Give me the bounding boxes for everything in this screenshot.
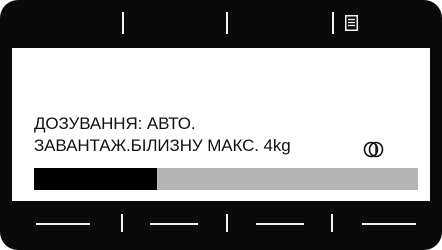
max-load-text: ЗАВАНТАЖ.БІЛИЗНУ МАКС. 4kg <box>34 136 291 155</box>
progress-bar <box>34 168 418 190</box>
lcd-screen: ДОЗУВАННЯ: АВТО. ЗАВАНТАЖ.БІЛИЗНУ МАКС. … <box>12 48 430 201</box>
bottom-softkey-divider <box>226 214 228 232</box>
top-softkey-divider <box>226 12 228 34</box>
softkey-2[interactable] <box>150 223 198 225</box>
dosing-status-text: ДОЗУВАННЯ: АВТО. <box>34 114 196 133</box>
bottom-softkey-divider <box>331 214 333 232</box>
drum-icon <box>363 141 384 158</box>
top-softkey-divider <box>332 12 334 34</box>
top-softkey-divider <box>122 12 124 34</box>
softkey-1[interactable] <box>36 223 90 225</box>
softkey-4[interactable] <box>362 223 416 225</box>
menu-list-icon[interactable] <box>345 15 358 31</box>
progress-fill <box>34 168 157 190</box>
display-bezel: ДОЗУВАННЯ: АВТО. ЗАВАНТАЖ.БІЛИЗНУ МАКС. … <box>0 0 442 250</box>
bottom-softkey-bar <box>0 201 442 250</box>
bottom-softkey-divider <box>121 214 123 232</box>
softkey-3[interactable] <box>256 223 304 225</box>
top-softkey-bar <box>0 0 442 48</box>
